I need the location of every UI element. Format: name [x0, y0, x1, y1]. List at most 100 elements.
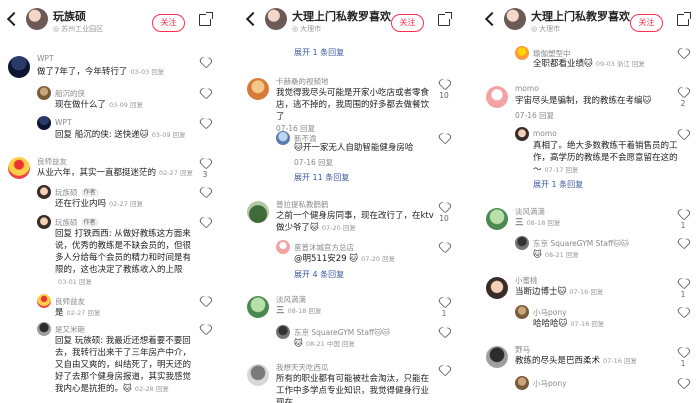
avatar[interactable]	[8, 56, 30, 78]
like-icon[interactable]	[200, 325, 210, 335]
comment-text[interactable]: 还在行业内吗 02-27 回复	[55, 198, 200, 210]
avatar[interactable]	[247, 78, 269, 100]
avatar[interactable]	[486, 86, 508, 108]
commenter-name[interactable]: 玩族硕 作者	[55, 217, 99, 228]
comment-text[interactable]: 回复 船沉的侠: 送快递🐱 03-09 回复	[55, 129, 200, 141]
like-icon[interactable]	[439, 366, 449, 376]
commenter-name[interactable]: 蛮普沐城官方总店	[294, 242, 354, 253]
like-icon[interactable]	[200, 119, 210, 129]
commenter-name[interactable]: 野马	[515, 344, 530, 355]
like-icon[interactable]	[439, 328, 449, 338]
like-icon[interactable]	[200, 58, 210, 68]
back-icon[interactable]	[6, 11, 22, 27]
avatar[interactable]	[247, 364, 269, 386]
comment-text[interactable]: 宇宙尽头是骗制，我的教练在考编🐱	[515, 95, 675, 107]
commenter-name[interactable]: 淡风滴滴	[515, 206, 545, 217]
like-icon[interactable]	[439, 298, 449, 308]
avatar[interactable]	[515, 236, 529, 250]
avatar[interactable]	[26, 8, 48, 30]
commenter-name[interactable]: 船沉的侠	[55, 88, 85, 99]
like-icon[interactable]	[678, 130, 688, 140]
back-icon[interactable]	[484, 11, 500, 27]
avatar[interactable]	[276, 240, 290, 254]
avatar[interactable]	[515, 305, 529, 319]
commenter-name[interactable]: 东京 SquareGYM Staff🐱🐱	[533, 238, 629, 249]
commenter-name[interactable]: 东京 SquareGYM Staff🐱🐱	[294, 327, 390, 338]
commenter-name[interactable]: 良师益友	[55, 296, 85, 307]
commenter-name[interactable]: 小马pony	[533, 307, 567, 318]
expand-replies[interactable]: 展开 1 条回复	[533, 179, 583, 190]
avatar[interactable]	[276, 131, 290, 145]
follow-button[interactable]: 关注	[391, 14, 424, 32]
avatar[interactable]	[515, 46, 529, 60]
comment-text[interactable]: 现在做什么了 03-09 回复	[55, 99, 195, 111]
comment-text[interactable]: 🐱 08-21 回复	[533, 249, 678, 261]
comment-meta[interactable]: 07-16 回复	[515, 110, 554, 121]
comment-text[interactable]: 是 02-27 回复	[55, 307, 195, 319]
comment-text[interactable]: 回复 玩族硕: 我最近还想着要不要回去，我转行出来干了三年房产中介，又自由又爽的…	[55, 335, 195, 403]
avatar[interactable]	[37, 215, 51, 229]
expand-replies[interactable]: 展开 4 条回复	[294, 269, 344, 280]
like-icon[interactable]	[678, 210, 688, 220]
avatar[interactable]	[37, 294, 51, 308]
commenter-name[interactable]: 小马pony	[533, 378, 567, 389]
comment-text[interactable]: 做了7年了，今年转行了 03-03 回复	[37, 66, 197, 78]
comment-meta[interactable]: 07-16 回复	[294, 157, 333, 168]
like-icon[interactable]	[200, 188, 210, 198]
comment-text[interactable]: 之前一个健身房同事，现在改行了，在ktv做少爷了🐱 07-20 回复	[276, 210, 434, 234]
comment-text[interactable]: 我觉得我尽头可能是开家小吃店或者零食店，逃不掉的，我周围的好多都去做餐饮了	[276, 87, 434, 123]
commenter-name[interactable]: 小蜜桃	[515, 275, 538, 286]
comment-text[interactable]: 三 08-18 回复	[515, 217, 675, 229]
comment-text[interactable]: 回复 打铁西西: 从做好教练这方面来说，优秀的教练是不缺会员的，但很多人分给每个…	[55, 228, 195, 288]
share-icon[interactable]	[677, 12, 691, 26]
author-name[interactable]: 玩族硕	[53, 8, 86, 24]
like-icon[interactable]	[200, 218, 210, 228]
avatar[interactable]	[504, 8, 526, 30]
author-name[interactable]: 大理上门私教罗喜欢	[292, 8, 391, 24]
commenter-name[interactable]: WPT	[37, 54, 54, 63]
comment-text[interactable]: 当断边博士🐱 07-16 回复	[515, 286, 675, 298]
back-icon[interactable]	[245, 11, 261, 27]
like-icon[interactable]	[200, 297, 210, 307]
commenter-name[interactable]: 我想天天吃西瓜	[276, 362, 329, 373]
like-icon[interactable]	[200, 89, 210, 99]
like-icon[interactable]	[678, 49, 688, 59]
avatar[interactable]	[486, 277, 508, 299]
commenter-name[interactable]: momo	[533, 129, 557, 138]
commenter-name[interactable]: momo	[515, 84, 539, 93]
commenter-name[interactable]: 卡赫桑的视频地	[276, 76, 329, 87]
comment-text[interactable]: 三 08-18 回复	[276, 305, 434, 317]
avatar[interactable]	[37, 116, 51, 130]
comment-text[interactable]: 🐱 08-21 中国 回复	[294, 338, 439, 350]
avatar[interactable]	[247, 296, 269, 318]
expand-replies[interactable]: 展开 11 条回复	[294, 172, 349, 183]
avatar[interactable]	[276, 325, 290, 339]
follow-button[interactable]: 关注	[152, 14, 185, 32]
avatar[interactable]	[486, 208, 508, 230]
commenter-name[interactable]: 玩族硕 作者	[55, 187, 99, 198]
comment-text[interactable]: 全职都看业绩🐱 09-03 浙江 回复	[533, 58, 678, 70]
like-icon[interactable]	[678, 348, 688, 358]
commenter-name[interactable]: 淡风滴滴	[276, 294, 306, 305]
commenter-name[interactable]: 良师益友	[37, 156, 67, 167]
comment-text[interactable]: 哈哈哈🐱 07-16 回复	[533, 318, 678, 330]
comment-text[interactable]: 所有的职业都有可能被社会淘汰，只能在工作中多学点专业知识，我觉得健身行业现在	[276, 373, 434, 403]
like-icon[interactable]	[439, 243, 449, 253]
avatar[interactable]	[8, 157, 30, 179]
commenter-name[interactable]: 是又米砸	[55, 324, 85, 335]
avatar[interactable]	[37, 86, 51, 100]
like-icon[interactable]	[439, 80, 449, 90]
avatar[interactable]	[37, 322, 51, 336]
commenter-name[interactable]: WPT	[55, 118, 72, 127]
comment-text[interactable]: 真相了。绝大多数教练干着销售员的工作，高学历的教练是不会愿意留在这的～ 07-17…	[533, 140, 678, 176]
author-name[interactable]: 大理上门私教罗喜欢	[531, 8, 630, 24]
comment-text[interactable]: 🐱开一家无人自助智能健身房哈	[294, 142, 439, 154]
avatar[interactable]	[37, 185, 51, 199]
like-icon[interactable]	[439, 134, 449, 144]
avatar[interactable]	[515, 376, 529, 390]
like-icon[interactable]	[200, 159, 210, 169]
avatar[interactable]	[515, 127, 529, 141]
like-icon[interactable]	[439, 203, 449, 213]
follow-button[interactable]: 关注	[630, 14, 663, 32]
share-icon[interactable]	[199, 12, 213, 26]
